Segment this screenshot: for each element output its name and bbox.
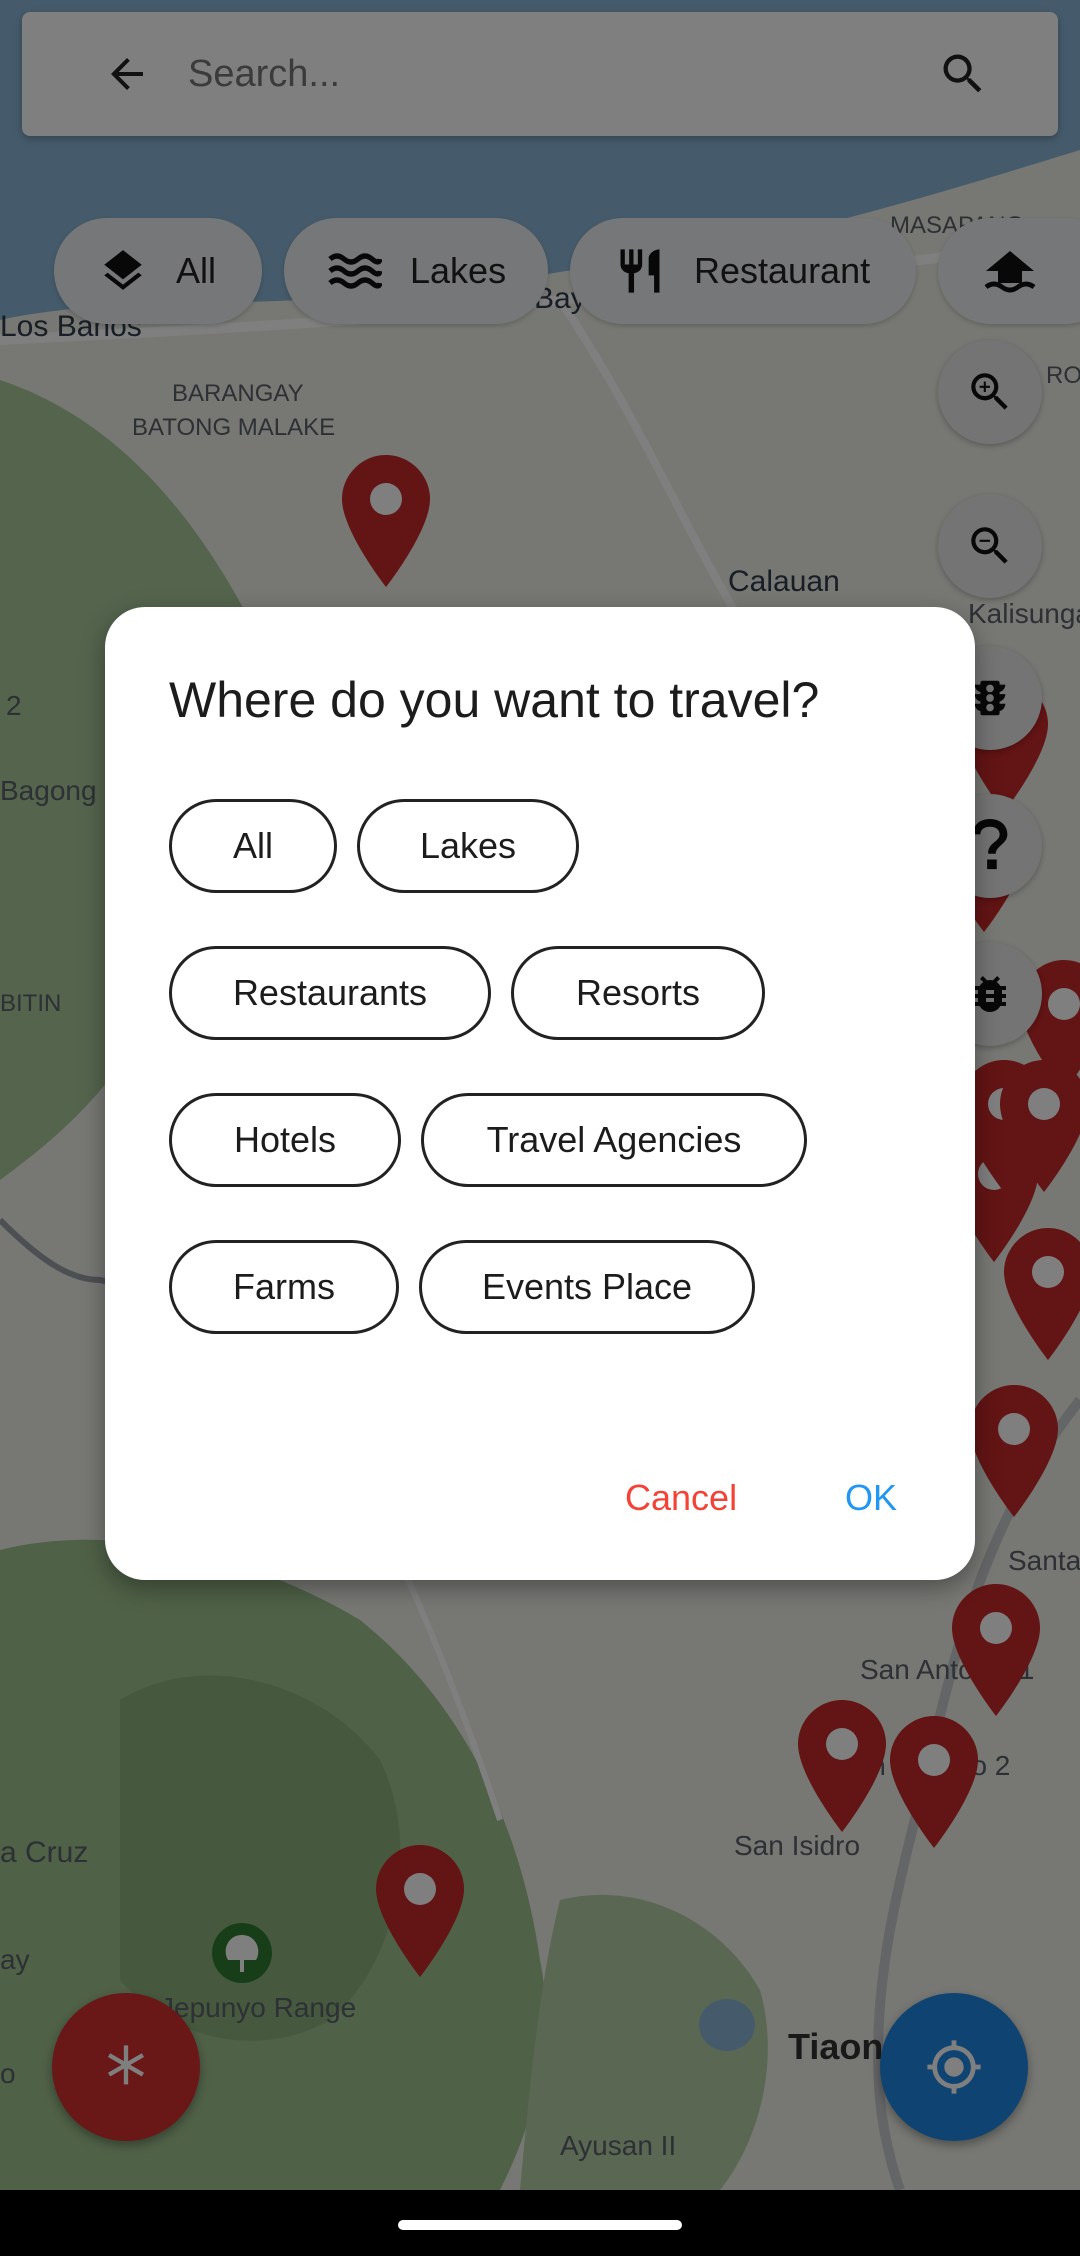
option-farms[interactable]: Farms [169, 1240, 399, 1334]
dialog-title: Where do you want to travel? [169, 672, 820, 728]
gesture-handle[interactable] [398, 2220, 682, 2230]
system-navigation-bar [0, 2190, 1080, 2256]
cancel-button[interactable]: Cancel [625, 1477, 737, 1519]
travel-category-dialog: Where do you want to travel? All Lakes R… [105, 607, 975, 1580]
option-travel-agencies[interactable]: Travel Agencies [421, 1093, 807, 1187]
option-events-place[interactable]: Events Place [419, 1240, 755, 1334]
option-all[interactable]: All [169, 799, 337, 893]
option-lakes[interactable]: Lakes [357, 799, 579, 893]
option-resorts[interactable]: Resorts [511, 946, 765, 1040]
ok-button[interactable]: OK [845, 1477, 897, 1519]
option-restaurants[interactable]: Restaurants [169, 946, 491, 1040]
option-hotels[interactable]: Hotels [169, 1093, 401, 1187]
